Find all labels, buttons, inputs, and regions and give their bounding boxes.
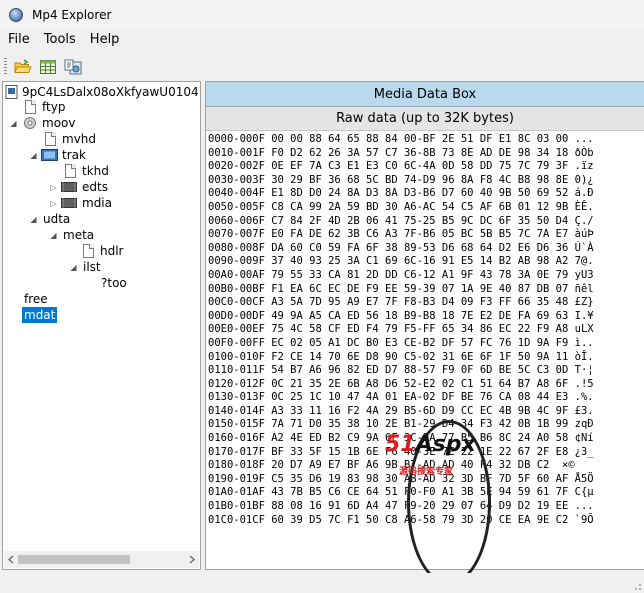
menu-tools[interactable]: Tools: [37, 30, 83, 50]
edts-box-icon: [61, 182, 77, 192]
hex-line: 0000-000F 00 00 88 64 65 88 84 00-BF 2E …: [208, 133, 594, 145]
box-file-icon: [83, 244, 94, 258]
export-button[interactable]: [62, 56, 84, 78]
hex-line: 0070-007F E0 FA DE 62 3B C6 A3 7F-B6 05 …: [208, 228, 594, 241]
export-icon: [64, 59, 82, 75]
mp4-file-icon: [5, 85, 18, 99]
tree-label-root: 9pC4LsDalx08oXkfyawU010412: [22, 85, 201, 99]
hex-line: 01A0-01AF 43 7B B5 C6 CE 64 51 F0-F0 A1 …: [208, 486, 594, 499]
hex-line: 00E0-00EF 75 4C 58 CF ED F4 79 F5-FF 65 …: [208, 323, 594, 336]
tree-horizontal-scrollbar[interactable]: [4, 551, 199, 568]
box-file-icon: [45, 132, 56, 146]
hex-line: 0050-005F C8 CA 99 2A 59 BD 30 A6-AC 54 …: [208, 200, 594, 213]
box-title-header: Media Data Box: [206, 82, 644, 107]
tree-label-edts: edts: [82, 180, 108, 194]
expand-mdia-icon[interactable]: ▷: [49, 199, 58, 208]
tree-label-mdat: mdat: [22, 307, 58, 323]
tree-label-too: ?too: [101, 276, 127, 290]
hex-line: 0020-002F 0E EF 7A C3 E1 E3 C0 6C-4A 0D …: [208, 160, 594, 173]
moov-container-icon: [24, 117, 36, 129]
hex-line: 0170-017F BF 33 5F 15 1B 6E F6 40-3E 7E …: [208, 445, 594, 458]
mdia-box-icon: [61, 198, 77, 208]
tree-label-trak: trak: [62, 148, 86, 162]
tree-label-ilst: ilst: [83, 260, 101, 274]
hex-line: 00D0-00DF 49 9A A5 CA ED 56 18 B9-B8 18 …: [208, 309, 594, 322]
window-title: Mp4 Explorer: [32, 8, 112, 22]
collapse-meta-icon[interactable]: ◢: [49, 231, 58, 240]
scroll-thumb[interactable]: [18, 555, 130, 564]
box-tree-panel[interactable]: 9pC4LsDalx08oXkfyawU010412 ftyp ◢ moov m…: [2, 81, 201, 570]
hex-line: 0130-013F 0C 25 1C 10 47 4A 01 EA-02 DF …: [208, 391, 594, 404]
hex-line: 0040-004F E1 8D D0 24 8A D3 8A D3-B6 D7 …: [208, 187, 594, 200]
hex-line: 0120-012F 0C 21 35 2E 6B A8 D6 52-E2 02 …: [208, 377, 594, 390]
hex-line: 01C0-01CF 60 39 D5 7C F1 50 C8 A6-58 79 …: [208, 513, 594, 526]
tree-label-ftyp: ftyp: [42, 100, 66, 114]
box-file-icon: [65, 164, 76, 178]
grid-button[interactable]: [37, 56, 59, 78]
tree-label-hdlr: hdlr: [100, 244, 124, 258]
title-bar: Mp4 Explorer: [0, 0, 644, 30]
collapse-moov-icon[interactable]: ◢: [9, 119, 18, 128]
hex-line: 0150-015F 7A 71 D0 35 38 10 2E B1-29 D4 …: [208, 418, 594, 431]
open-folder-icon: [14, 59, 32, 73]
hex-line: 0190-019F C5 35 D6 19 83 98 30 AB-AD 32 …: [208, 472, 594, 485]
collapse-udta-icon[interactable]: ◢: [29, 215, 38, 224]
raw-data-header: Raw data (up to 32K bytes): [206, 107, 644, 131]
hex-line: 0110-011F 54 B7 A6 96 82 ED D7 88-57 F9 …: [208, 364, 594, 377]
hex-line: 0180-018F 20 D7 A9 E7 BF A6 9B B7-AD AD …: [208, 459, 575, 472]
tree-label-udta: udta: [43, 212, 71, 226]
expand-edts-icon[interactable]: ▷: [49, 183, 58, 192]
tree-label-free: free: [24, 292, 48, 306]
box-detail-panel: Media Data Box Raw data (up to 32K bytes…: [205, 81, 644, 570]
hex-line: 00A0-00AF 79 55 33 CA 81 2D DD C6-12 A1 …: [208, 268, 594, 281]
tree-label-mdia: mdia: [82, 196, 112, 210]
hex-line: 00F0-00FF EC 02 05 A1 DC B0 E3 CE-B2 DF …: [208, 336, 594, 349]
hex-line: 0030-003F 30 29 BF 36 68 5C BD 74-D9 96 …: [208, 173, 594, 186]
box-file-icon: [25, 100, 36, 114]
toolbar: [0, 55, 644, 79]
open-folder-button[interactable]: [12, 56, 34, 78]
hex-line: 0010-001F F0 D2 62 26 3A 57 C7 36-8B 73 …: [208, 146, 594, 159]
hex-line: 01B0-01BF 88 08 16 91 6D A4 47 F9-20 29 …: [208, 500, 594, 513]
hex-line: 00C0-00CF A3 5A 7D 95 A9 E7 7F F8-B3 D4 …: [208, 296, 594, 309]
tree-label-moov: moov: [42, 116, 76, 130]
resize-grip-icon[interactable]: [630, 579, 642, 591]
tree-label-meta: meta: [63, 228, 95, 242]
hex-line: 0100-010F F2 CE 14 70 6E D8 90 C5-02 31 …: [208, 350, 594, 363]
menu-file[interactable]: File: [0, 30, 37, 50]
grid-icon: [40, 60, 56, 74]
hex-line: 0060-006F C7 84 2F 4D 2B 06 41 75-25 B5 …: [208, 214, 594, 227]
menu-bar: File Tools Help: [0, 30, 644, 50]
menu-help[interactable]: Help: [83, 30, 127, 50]
scroll-left-icon[interactable]: [6, 551, 16, 568]
hex-line: 0090-009F 37 40 93 25 3A C1 69 6C-16 91 …: [208, 255, 594, 268]
toolbar-grip[interactable]: [4, 58, 7, 76]
collapse-ilst-icon[interactable]: ◢: [69, 263, 78, 272]
collapse-trak-icon[interactable]: ◢: [29, 151, 38, 160]
hex-line: 0140-014F A3 33 11 16 F2 4A 29 B5-6D D9 …: [208, 404, 594, 417]
trak-film-icon: [41, 149, 58, 161]
app-icon: [9, 8, 23, 22]
scroll-right-icon[interactable]: [187, 551, 197, 568]
hex-dump[interactable]: 0000-000F 00 00 88 64 65 88 84 00-BF 2E …: [206, 131, 644, 527]
tree-label-tkhd: tkhd: [82, 164, 109, 178]
tree-label-mvhd: mvhd: [62, 132, 97, 146]
status-bar: [0, 573, 644, 593]
hex-line: 00B0-00BF F1 EA 6C EC DE F9 EE 59-39 07 …: [208, 282, 594, 295]
hex-line: 0080-008F DA 60 C0 59 FA 6F 38 89-53 D6 …: [208, 241, 594, 254]
hex-line: 0160-016F A2 4E ED B2 C9 9A 6F 3C-2A 77 …: [208, 432, 594, 445]
